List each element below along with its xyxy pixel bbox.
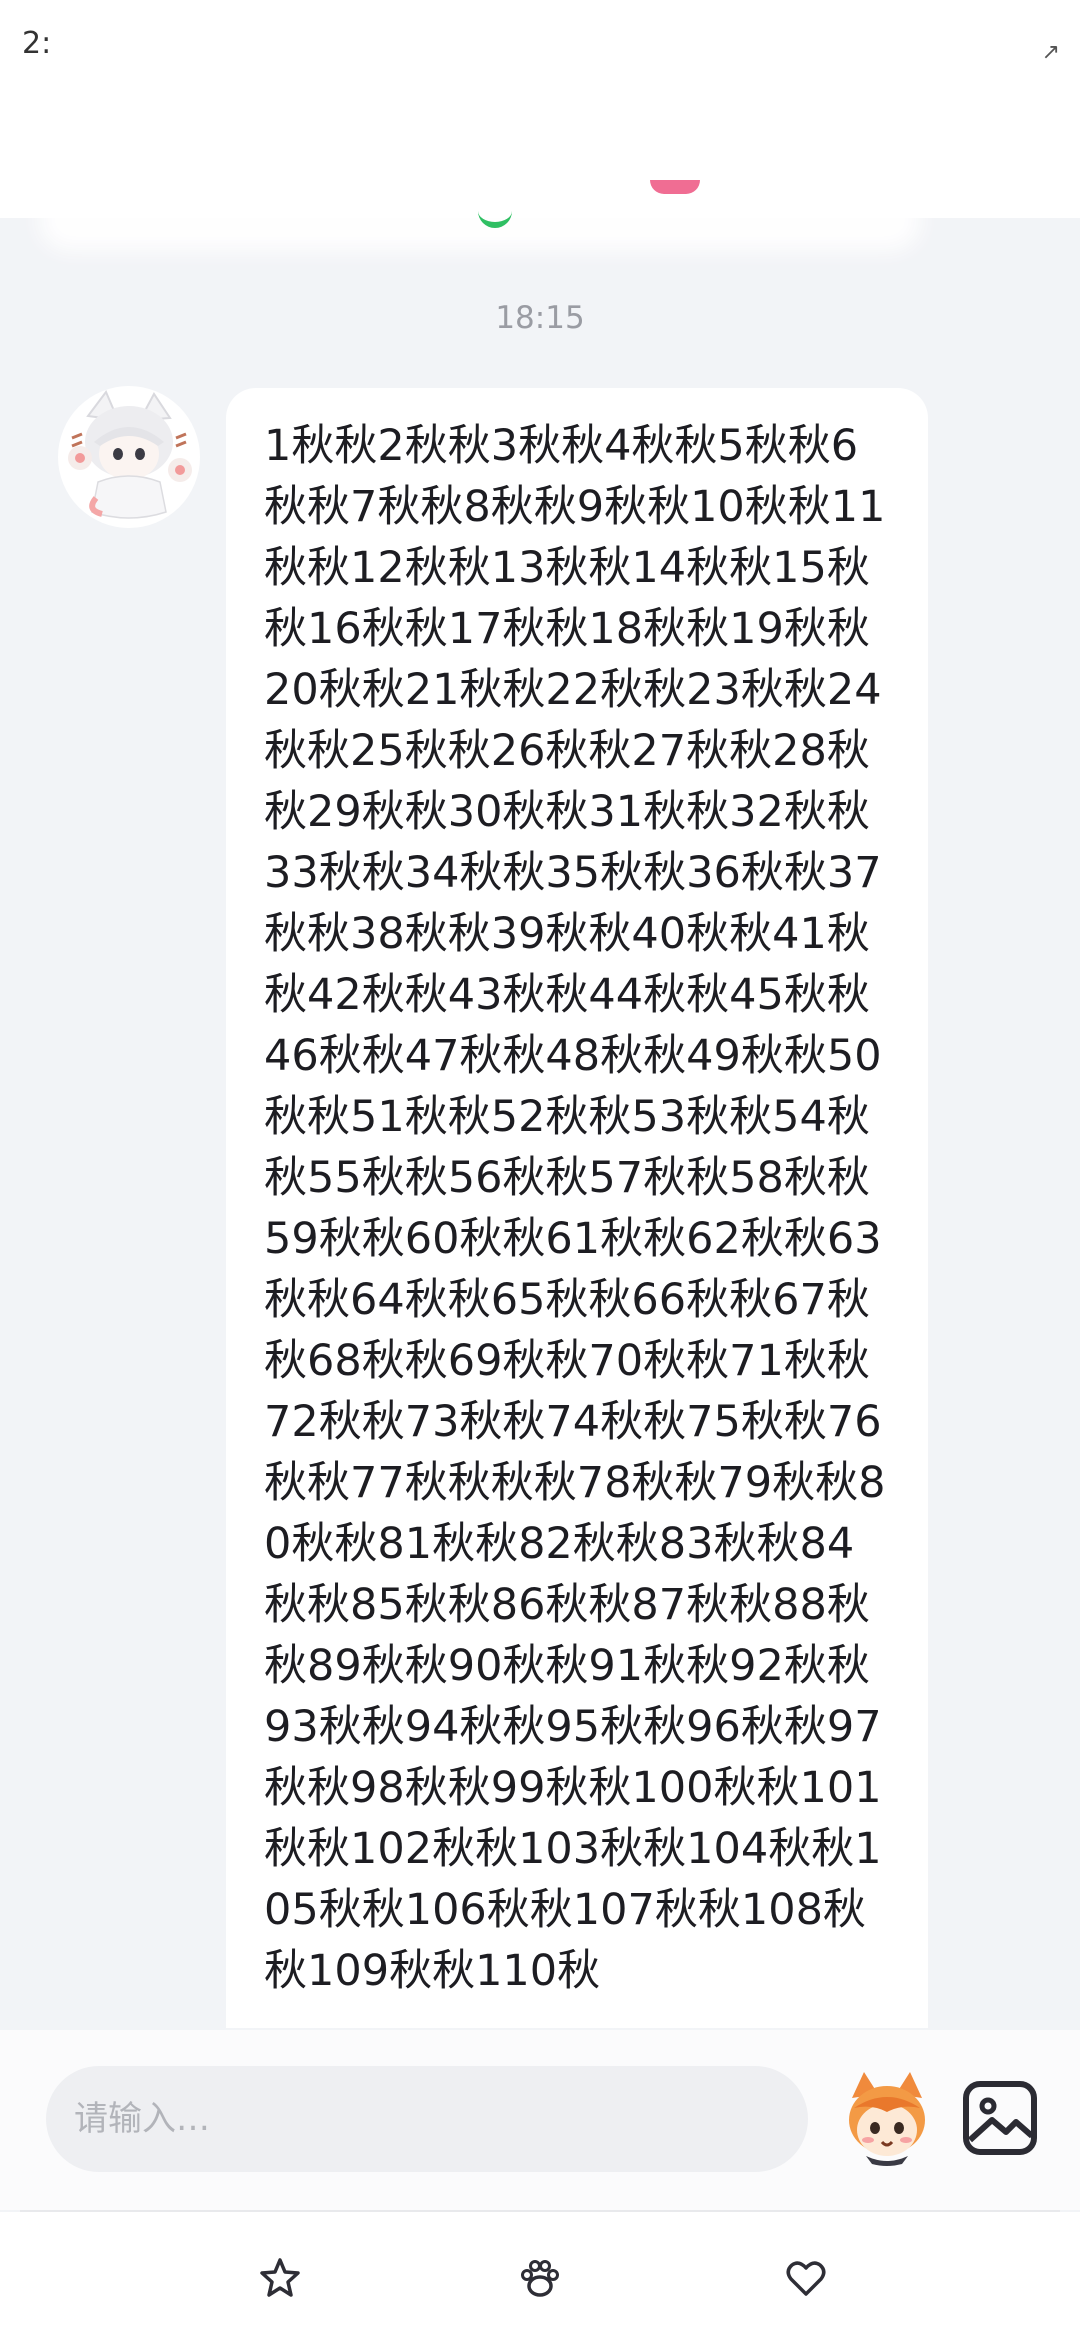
sticker-button[interactable] [842,2068,932,2168]
nav-heart[interactable] [784,2256,828,2300]
image-icon [963,2081,1037,2155]
star-icon [260,2258,300,2297]
heart-icon [786,2261,826,2296]
input-bar [0,2030,1080,2210]
anime-cat-girl-avatar-icon [58,386,200,528]
status-indicator: ↗ [1041,40,1060,65]
message-bubble[interactable]: 1秋秋2秋秋3秋秋4秋秋5秋秋6秋秋7秋秋8秋秋9秋秋10秋秋11秋秋12秋秋1… [226,388,928,2028]
paw-icon [521,2260,559,2297]
message-timestamp: 18:15 [495,300,585,336]
avatar[interactable] [58,386,200,528]
message-input[interactable] [46,2066,808,2172]
nav-star[interactable] [258,2256,302,2300]
message-text: 1秋秋2秋秋3秋秋4秋秋5秋秋6秋秋7秋秋8秋秋9秋秋10秋秋11秋秋12秋秋1… [264,421,886,1996]
sticker-icon [849,2072,925,2166]
status-time: 2: [22,26,52,61]
image-button[interactable] [958,2076,1042,2160]
top-header: 2: ↗ [0,0,1080,218]
nav-paw[interactable] [518,2256,562,2300]
bottom-nav [0,2212,1080,2340]
pink-mark-icon [650,180,700,194]
